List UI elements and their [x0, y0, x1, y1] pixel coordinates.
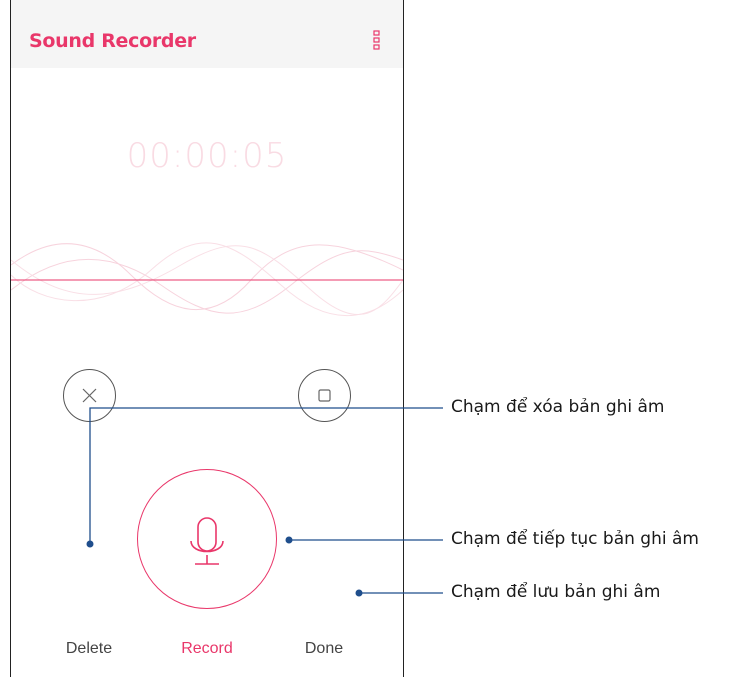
app-bar: Sound Recorder	[11, 0, 403, 68]
callout-resume-text: Chạm để tiếp tục bản ghi âm	[451, 529, 699, 549]
more-vert-icon[interactable]	[372, 30, 382, 52]
delete-label: Delete	[65, 640, 113, 657]
phone-screen: Sound Recorder 00:00:05 Delete Record Do…	[10, 0, 404, 677]
app-title: Sound Recorder	[29, 30, 196, 52]
close-icon	[82, 388, 97, 403]
callout-delete-text: Chạm để xóa bản ghi âm	[451, 397, 665, 417]
record-label: Record	[181, 640, 233, 657]
delete-button[interactable]	[63, 369, 116, 422]
done-button[interactable]	[298, 369, 351, 422]
done-label: Done	[304, 640, 344, 657]
record-button[interactable]	[137, 469, 277, 609]
microphone-icon	[189, 516, 224, 565]
stop-square-icon	[318, 389, 331, 402]
callout-save-text: Chạm để lưu bản ghi âm	[451, 582, 661, 602]
elapsed-timer: 00:00:05	[126, 136, 288, 176]
waveform-visualization	[11, 242, 403, 317]
